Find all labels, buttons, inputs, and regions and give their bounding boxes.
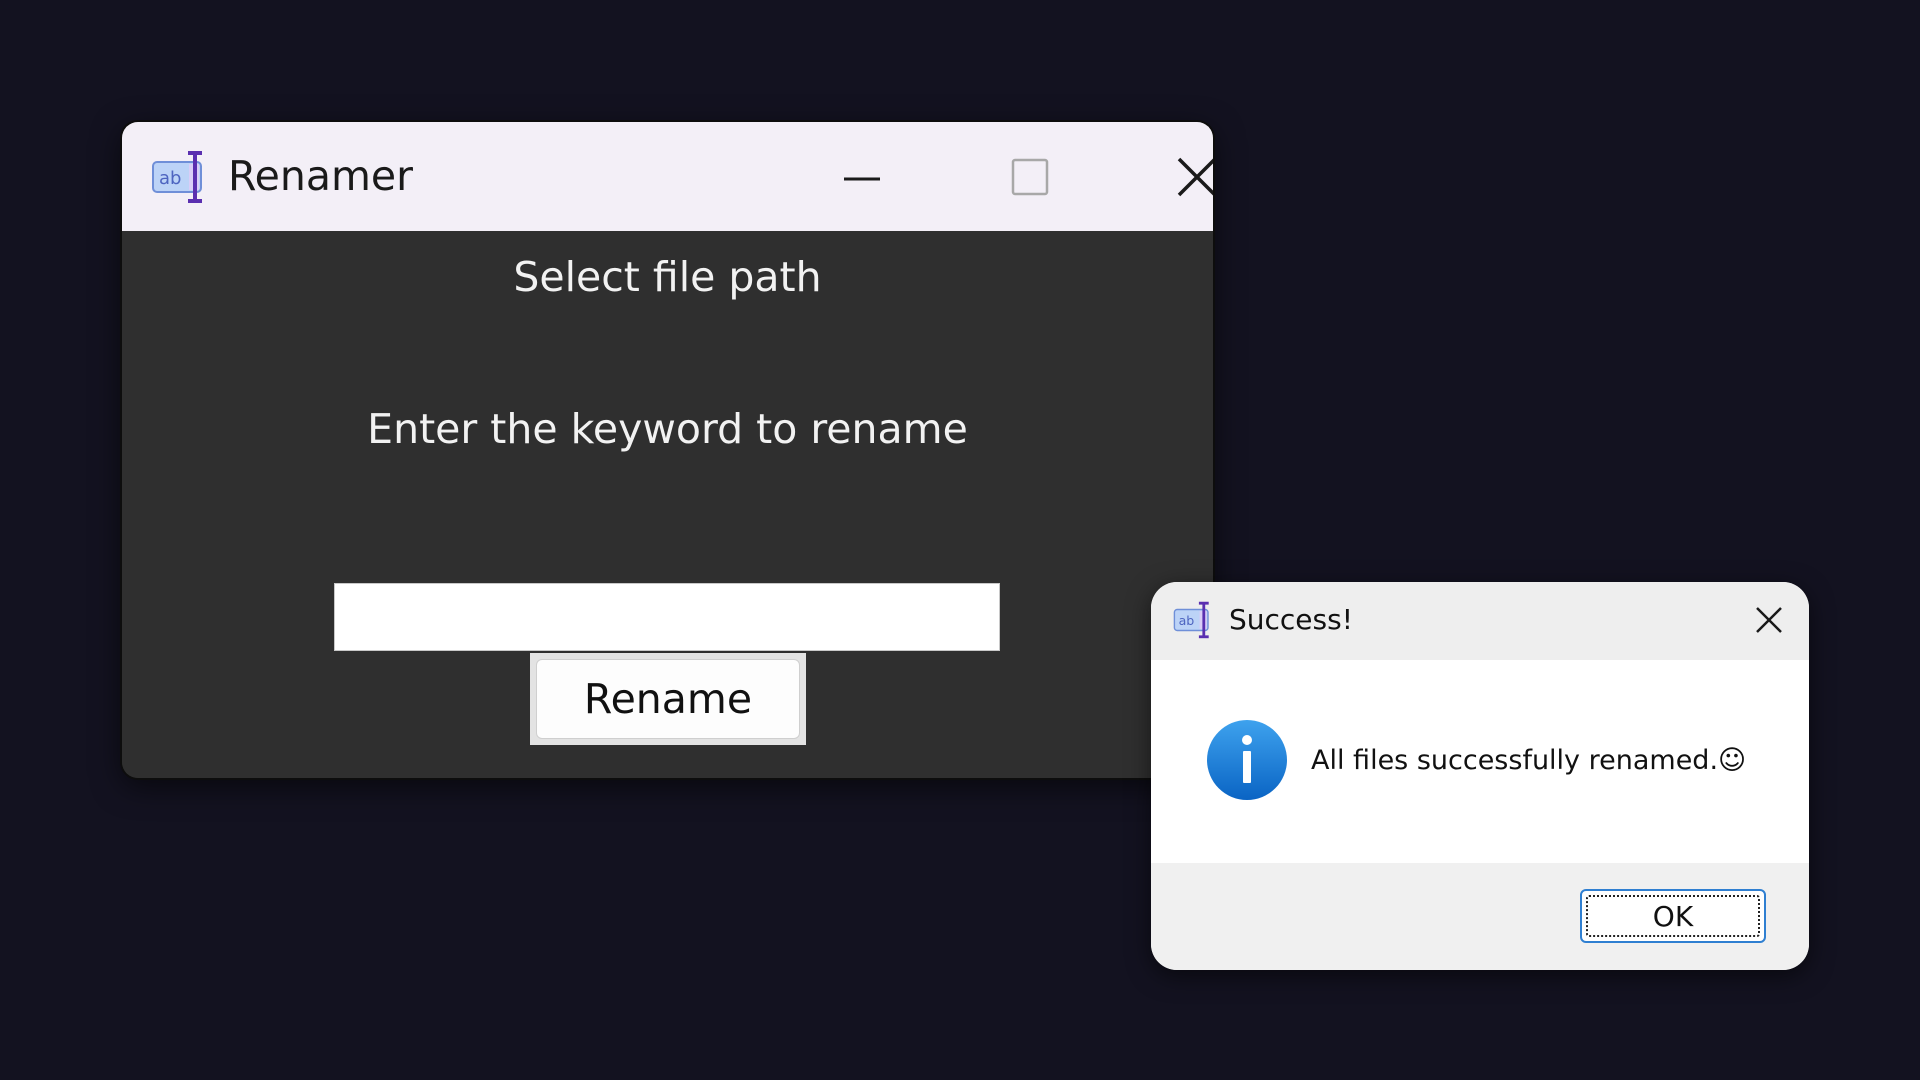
success-dialog: ab Success! All files successfully renam… [1151,582,1809,970]
select-file-path-label[interactable]: Select file path [122,249,1213,305]
minimize-button[interactable] [792,122,932,231]
maximize-icon [1011,158,1049,195]
text-field-icon: ab [1173,601,1209,639]
keyword-label: Enter the keyword to rename [367,405,968,453]
ok-button-label: OK [1652,899,1694,933]
rename-button-frame: Rename [530,653,806,745]
dialog-title-bar[interactable]: ab Success! [1151,582,1809,660]
title-bar[interactable]: ab Renamer [122,122,1213,231]
dialog-footer: OK [1151,863,1809,970]
close-icon [1756,607,1782,633]
dialog-body: All files successfully renamed.☺ [1151,660,1809,863]
dialog-title: Success! [1229,603,1353,636]
text-field-icon: ab [152,151,202,203]
close-icon [1177,157,1213,196]
window-content: Select file path Enter the keyword to re… [122,231,1213,778]
minimize-icon [844,177,880,180]
renamer-window: ab Renamer Select file path Enter the ke… [122,122,1213,778]
rename-button[interactable]: Rename [536,659,800,739]
desktop: ab Renamer Select file path Enter the ke… [0,0,1920,1080]
ok-button[interactable]: OK [1580,889,1766,943]
close-button[interactable] [1127,122,1213,231]
keyword-input[interactable] [334,583,1000,651]
info-icon [1207,720,1287,800]
svg-text:ab: ab [159,168,181,189]
svg-text:ab: ab [1179,613,1195,628]
window-title: Renamer [228,152,414,200]
dialog-close-button[interactable] [1741,592,1797,648]
maximize-button[interactable] [960,122,1100,231]
dialog-message: All files successfully renamed.☺ [1311,745,1747,776]
